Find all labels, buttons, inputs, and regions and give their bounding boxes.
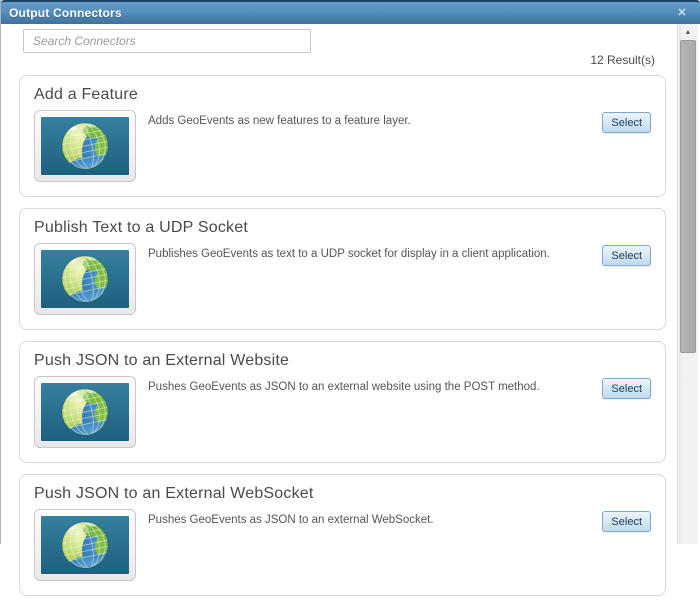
card-description: Adds GeoEvents as new features to a feat… <box>148 115 411 127</box>
scroll-up-icon: ▲ <box>684 28 692 36</box>
search-input[interactable] <box>23 29 311 53</box>
connector-list: Add a Feature Adds GeoEvents as new feat… <box>19 75 666 607</box>
globe-frame <box>34 243 136 315</box>
output-connectors-dialog: Output Connectors ✕ 12 Result(s) Add a F… <box>0 0 700 596</box>
select-button[interactable]: Select <box>602 511 651 532</box>
globe-frame <box>34 110 136 182</box>
card-title: Publish Text to a UDP Socket <box>34 219 249 236</box>
connector-card: Add a Feature Adds GeoEvents as new feat… <box>19 75 666 197</box>
connector-card: Push JSON to an External WebSocket Pushe… <box>19 474 666 596</box>
globe-image <box>41 117 129 175</box>
scrollbar-track[interactable]: ▲ <box>677 24 698 544</box>
card-description: Publishes GeoEvents as text to a UDP soc… <box>148 248 550 260</box>
scroll-up-button[interactable]: ▲ <box>678 24 698 40</box>
select-button[interactable]: Select <box>602 245 651 266</box>
card-title: Add a Feature <box>34 86 138 103</box>
close-button[interactable]: ✕ <box>674 5 690 21</box>
connector-card: Publish Text to a UDP Socket Publishes G… <box>19 208 666 330</box>
globe-image <box>41 250 129 308</box>
select-button[interactable]: Select <box>602 378 651 399</box>
dialog-content: 12 Result(s) Add a Feature Adds GeoEvent… <box>1 24 676 596</box>
select-button[interactable]: Select <box>602 112 651 133</box>
connector-card: Push JSON to an External Website Pushes … <box>19 341 666 463</box>
dialog-title: Output Connectors <box>9 6 122 20</box>
results-count: 12 Result(s) <box>590 53 655 67</box>
globe-image <box>41 516 129 574</box>
scrollbar-thumb[interactable] <box>680 40 696 353</box>
globe-image <box>41 383 129 441</box>
close-icon: ✕ <box>677 7 687 19</box>
dialog-titlebar: Output Connectors ✕ <box>1 0 700 24</box>
globe-frame <box>34 509 136 581</box>
card-description: Pushes GeoEvents as JSON to an external … <box>148 381 540 393</box>
card-description: Pushes GeoEvents as JSON to an external … <box>148 514 434 526</box>
card-title: Push JSON to an External Website <box>34 352 290 369</box>
globe-frame <box>34 376 136 448</box>
card-title: Push JSON to an External WebSocket <box>34 485 314 502</box>
